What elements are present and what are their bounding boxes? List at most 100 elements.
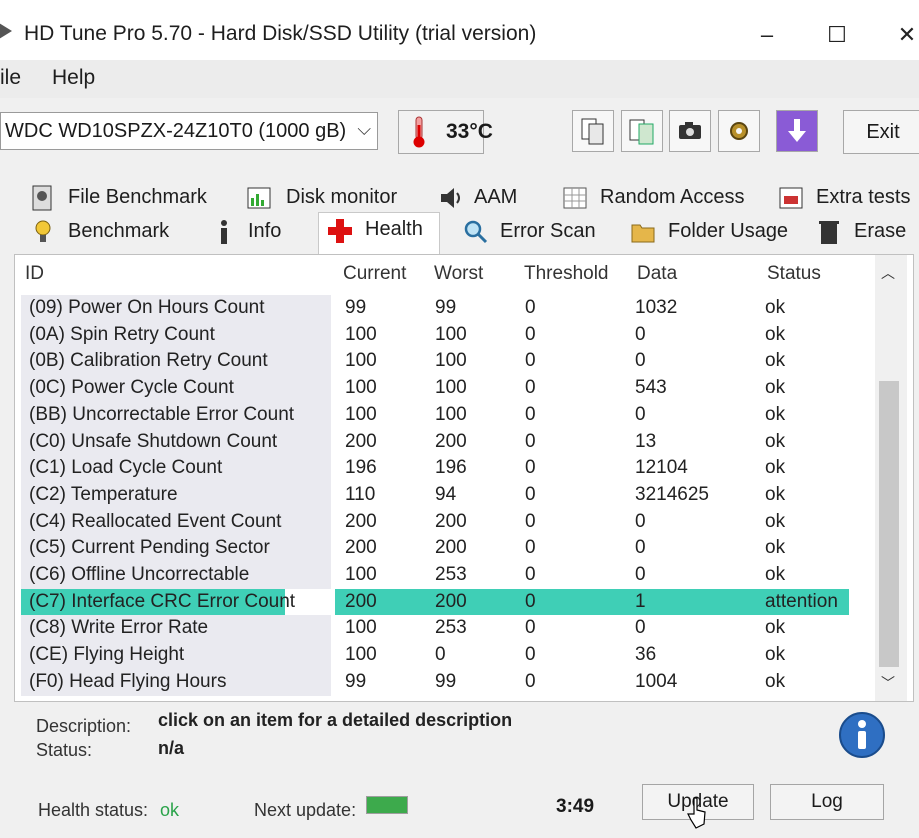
tab-aam[interactable]: AAM (438, 182, 548, 214)
health-status-value: ok (160, 800, 180, 820)
copy-all-icon (629, 119, 654, 145)
table-row[interactable]: (BB) Uncorrectable Error Count 100 100 0 0 ok (15, 401, 875, 429)
table-row[interactable]: (0A) Spin Retry Count 100 100 0 0 ok (15, 321, 875, 349)
header-worst[interactable]: Worst (434, 263, 483, 285)
cell-worst: 200 (435, 590, 467, 612)
scroll-up-icon[interactable]: ︿ (881, 263, 895, 283)
status-value: n/a (158, 738, 185, 758)
cell-data: 1004 (635, 670, 678, 692)
header-data[interactable]: Data (637, 263, 677, 285)
table-row[interactable]: (C8) Write Error Rate 100 253 0 0 ok (15, 615, 875, 643)
cell-status: ok (765, 537, 786, 559)
table-row[interactable]: (C4) Reallocated Event Count 200 200 0 0 ok (15, 508, 875, 536)
screenshot-button[interactable] (669, 110, 711, 152)
info-icon[interactable] (838, 711, 886, 759)
cell-status: ok (765, 483, 786, 505)
cell-current: 200 (345, 537, 377, 559)
table-row[interactable]: (C0) Unsafe Shutdown Count 200 200 0 13 ok (15, 428, 875, 456)
camera-icon (679, 122, 701, 139)
tab-benchmark[interactable]: Benchmark (30, 216, 190, 248)
table-row[interactable]: (C1) Load Cycle Count 196 196 0 12104 ok (15, 455, 875, 483)
table-row[interactable]: (0C) Power Cycle Count 100 100 0 543 ok (15, 375, 875, 403)
table-row[interactable]: (F0) Head Flying Hours 99 99 0 1004 ok (15, 668, 875, 696)
table-row[interactable]: (09) Power On Hours Count 99 99 0 1032 ok (15, 295, 875, 322)
tab-erase[interactable]: Erase (816, 216, 919, 248)
extra-tests-icon (779, 187, 803, 209)
header-id[interactable]: ID (25, 263, 44, 285)
app-icon (0, 23, 12, 39)
cell-current: 200 (345, 430, 377, 452)
drive-dropdown[interactable]: WDC WD10SPZX-24Z10T0 (1000 gB) ⌵ (0, 112, 378, 150)
header-status[interactable]: Status (767, 263, 821, 285)
exit-button[interactable]: Exit (843, 110, 919, 154)
cell-status: ok (765, 644, 786, 666)
cell-worst: 99 (435, 670, 457, 692)
tab-random-access[interactable]: Random Access (562, 182, 762, 214)
next-update-progress (366, 796, 408, 814)
maximize-button[interactable]: ☐ (814, 18, 860, 52)
cell-worst: 253 (435, 564, 467, 585)
random-access-icon (563, 187, 587, 209)
cell-data: 0 (635, 564, 646, 585)
header-threshold[interactable]: Threshold (524, 263, 609, 285)
options-button[interactable] (718, 110, 760, 152)
cell-id: (0A) Spin Retry Count (29, 323, 215, 345)
cell-id: (C2) Temperature (29, 483, 178, 505)
tab-error-scan[interactable]: Error Scan (462, 216, 612, 248)
log-button[interactable]: Log (770, 784, 884, 820)
cell-current: 100 (345, 323, 377, 345)
cell-threshold: 0 (525, 537, 536, 559)
cell-current: 200 (345, 510, 377, 532)
cell-current: 100 (345, 350, 377, 372)
red-cross-icon (328, 219, 352, 243)
cell-id: (BB) Uncorrectable Error Count (29, 403, 295, 425)
menu-help[interactable]: Help (52, 66, 95, 90)
copy-icon (581, 118, 604, 145)
tab-disk-monitor[interactable]: Disk monitor (246, 182, 416, 214)
table-row[interactable]: (C6) Offline Uncorrectable 100 253 0 0 ok (15, 562, 875, 589)
cell-current: 110 (345, 483, 376, 505)
cell-data: 0 (635, 617, 646, 639)
close-button[interactable]: ✕ (884, 18, 919, 52)
cell-data: 0 (635, 403, 646, 425)
scroll-down-icon[interactable]: ﹀ (881, 673, 895, 693)
menu-file[interactable]: ile (0, 66, 21, 90)
table-row[interactable]: (C5) Current Pending Sector 200 200 0 0 ok (15, 535, 875, 563)
copy-all-button[interactable] (621, 110, 663, 152)
table-row[interactable]: (0B) Calibration Retry Count 100 100 0 0 ok (15, 348, 875, 376)
cell-threshold: 0 (525, 430, 536, 452)
tab-extra-tests[interactable]: Extra tests (778, 182, 919, 214)
table-row[interactable]: (C7) Interface CRC Error Count 200 200 0 1 at… (15, 588, 875, 616)
table-row[interactable]: (C2) Temperature 110 94 0 3214625 ok (15, 481, 875, 509)
save-button[interactable] (776, 110, 818, 152)
cell-data: 0 (635, 323, 646, 345)
copy-button[interactable] (572, 110, 614, 152)
tab-folder-usage[interactable]: Folder Usage (630, 216, 790, 248)
minimize-button[interactable]: – (744, 18, 790, 52)
cell-id: (C1) Load Cycle Count (29, 457, 223, 479)
disk-monitor-icon (247, 187, 271, 209)
cell-id: (0C) Power Cycle Count (29, 377, 234, 399)
cell-current: 100 (345, 377, 377, 399)
tab-file-benchmark[interactable]: File Benchmark (30, 182, 230, 214)
table-row[interactable]: (CE) Flying Height 100 0 0 36 ok (15, 642, 875, 670)
thermometer-icon (413, 116, 425, 148)
cell-worst: 94 (435, 483, 457, 505)
cell-data: 13 (635, 430, 657, 452)
header-current[interactable]: Current (343, 263, 406, 285)
description-value: click on an item for a detailed descript… (158, 710, 513, 730)
mouse-cursor-icon (687, 797, 706, 829)
chevron-down-icon: ⌵ (357, 119, 371, 139)
cell-id: (C5) Current Pending Sector (29, 537, 270, 559)
cell-threshold: 0 (525, 644, 536, 666)
cell-threshold: 0 (525, 297, 536, 318)
scrollbar-thumb[interactable] (879, 381, 899, 667)
tab-info[interactable]: Info (212, 216, 302, 248)
tab-health[interactable]: Health (318, 212, 440, 254)
smart-attributes-table[interactable]: ID Current Worst Threshold Data Status (… (14, 254, 914, 702)
cell-threshold: 0 (525, 323, 536, 345)
cell-threshold: 0 (525, 457, 536, 479)
cell-worst: 253 (435, 617, 467, 639)
cell-status: ok (765, 297, 786, 318)
download-arrow-icon (788, 119, 806, 142)
